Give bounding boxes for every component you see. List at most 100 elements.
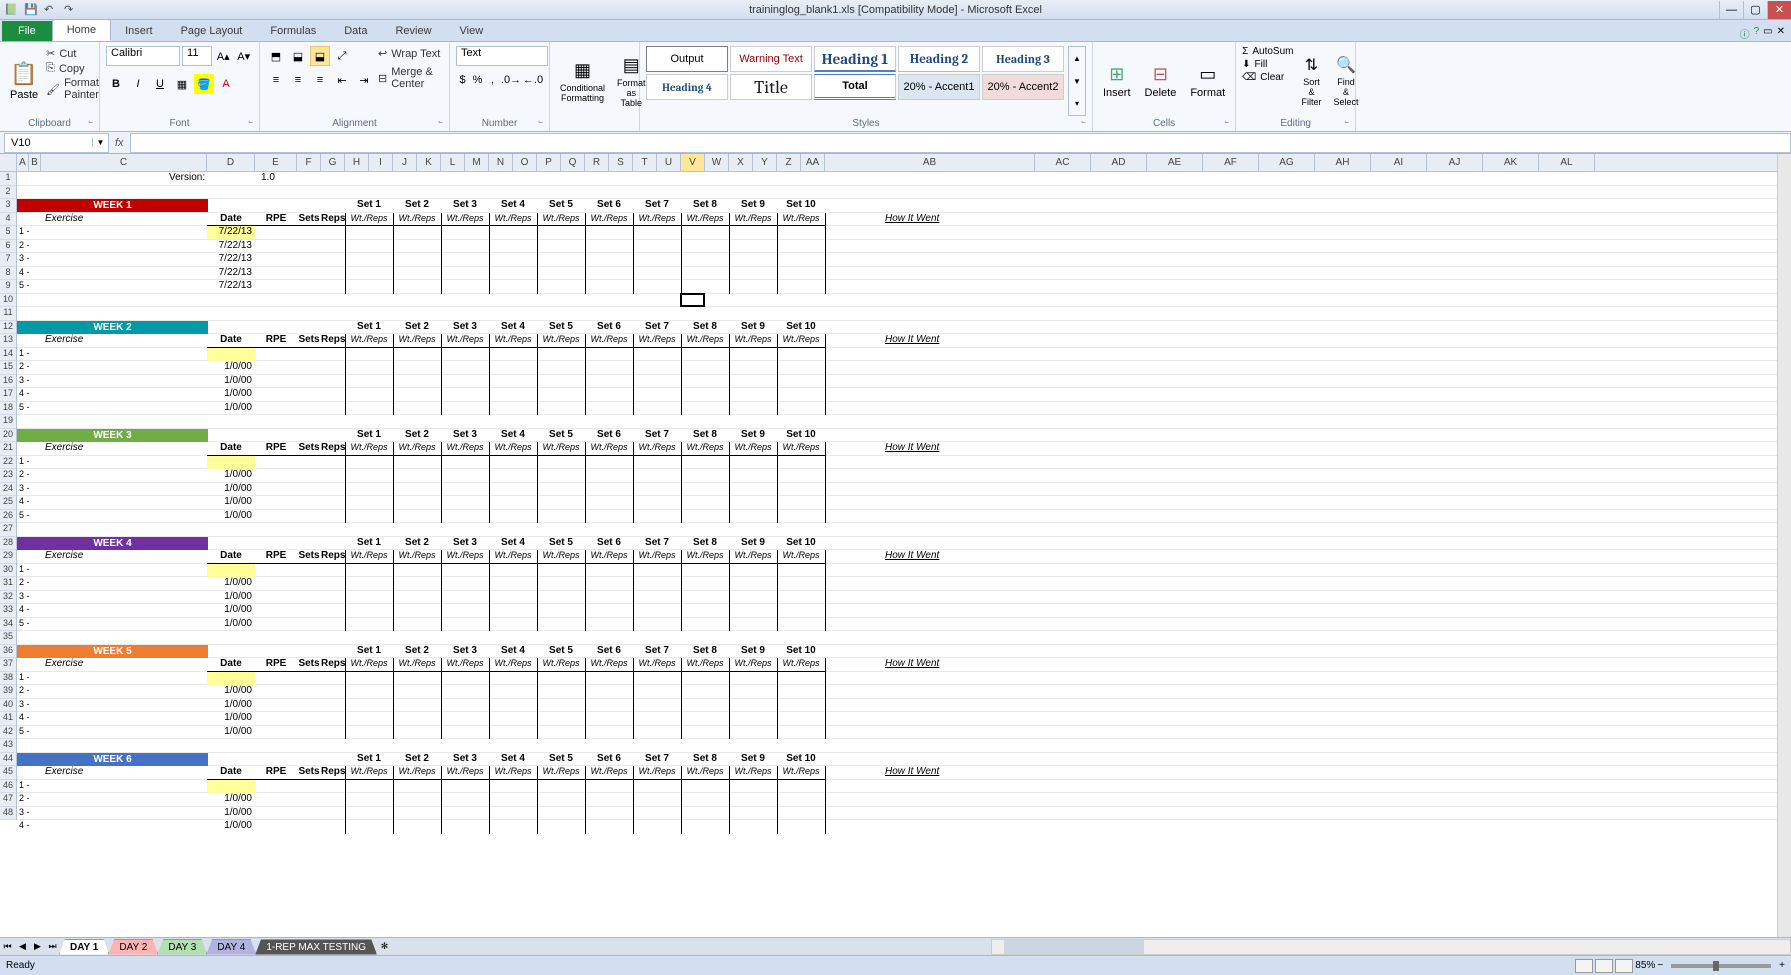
col-header-AK[interactable]: AK — [1483, 154, 1539, 171]
row-header-4[interactable]: 4 — [0, 213, 16, 227]
indent-dec-icon[interactable]: ⇤ — [332, 70, 352, 90]
dec-decimal-icon[interactable]: ←.0 — [523, 70, 543, 90]
col-header-Y[interactable]: Y — [753, 154, 777, 171]
tab-page-layout[interactable]: Page Layout — [167, 21, 257, 41]
row-header-34[interactable]: 34 — [0, 618, 16, 632]
col-header-O[interactable]: O — [513, 154, 537, 171]
conditional-formatting-button[interactable]: ▦Conditional Formatting — [556, 46, 609, 116]
row-header-45[interactable]: 45 — [0, 766, 16, 780]
cut-button[interactable]: ✂Cut — [46, 46, 99, 61]
new-sheet-button[interactable]: ✻ — [377, 939, 392, 955]
sheet-tab-day3[interactable]: DAY 3 — [157, 939, 207, 955]
close-button[interactable]: ✕ — [1767, 1, 1791, 19]
row-header-19[interactable]: 19 — [0, 415, 16, 429]
row-header-46[interactable]: 46 — [0, 780, 16, 794]
row-header-20[interactable]: 20 — [0, 429, 16, 443]
row-header-8[interactable]: 8 — [0, 267, 16, 281]
row-header-26[interactable]: 26 — [0, 510, 16, 524]
shrink-font-icon[interactable]: A▾ — [234, 46, 253, 66]
row-header-47[interactable]: 47 — [0, 793, 16, 807]
sort-filter-button[interactable]: ⇅Sort & Filter — [1297, 46, 1325, 116]
col-header-B[interactable]: B — [29, 154, 41, 171]
row-header-14[interactable]: 14 — [0, 348, 16, 362]
style-gallery-scroll[interactable]: ▲▼▾ — [1068, 46, 1086, 116]
row-header-42[interactable]: 42 — [0, 726, 16, 740]
col-header-AC[interactable]: AC — [1035, 154, 1091, 171]
zoom-out-button[interactable]: − — [1657, 960, 1663, 971]
row-header-24[interactable]: 24 — [0, 483, 16, 497]
view-layout-button[interactable] — [1595, 959, 1613, 973]
row-header-25[interactable]: 25 — [0, 496, 16, 510]
col-header-AE[interactable]: AE — [1147, 154, 1203, 171]
copy-button[interactable]: ⎘Copy — [46, 61, 99, 76]
row-header-16[interactable]: 16 — [0, 375, 16, 389]
fx-icon[interactable]: fx — [109, 137, 130, 149]
active-cell[interactable] — [680, 293, 705, 308]
row-header-23[interactable]: 23 — [0, 469, 16, 483]
percent-icon[interactable]: % — [471, 70, 484, 90]
align-top-icon[interactable]: ⬒ — [266, 46, 286, 66]
align-center-icon[interactable]: ≡ — [288, 70, 308, 90]
fill-color-button[interactable]: 🪣 — [194, 74, 214, 94]
row-header-35[interactable]: 35 — [0, 631, 16, 645]
grow-font-icon[interactable]: A▴ — [214, 46, 233, 66]
col-header-AF[interactable]: AF — [1203, 154, 1259, 171]
col-header-S[interactable]: S — [609, 154, 633, 171]
col-header-N[interactable]: N — [489, 154, 513, 171]
row-header-41[interactable]: 41 — [0, 712, 16, 726]
col-header-I[interactable]: I — [369, 154, 393, 171]
row-header-31[interactable]: 31 — [0, 577, 16, 591]
row-header-22[interactable]: 22 — [0, 456, 16, 470]
col-header-A[interactable]: A — [17, 154, 29, 171]
row-header-29[interactable]: 29 — [0, 550, 16, 564]
row-header-18[interactable]: 18 — [0, 402, 16, 416]
help-icon[interactable]: ? — [1754, 26, 1760, 41]
row-header-27[interactable]: 27 — [0, 523, 16, 537]
inc-decimal-icon[interactable]: .0→ — [501, 70, 521, 90]
col-header-AB[interactable]: AB — [825, 154, 1035, 171]
col-header-AD[interactable]: AD — [1091, 154, 1147, 171]
col-header-W[interactable]: W — [705, 154, 729, 171]
col-header-Z[interactable]: Z — [777, 154, 801, 171]
style-title[interactable]: Title — [730, 74, 812, 100]
row-header-39[interactable]: 39 — [0, 685, 16, 699]
paste-button[interactable]: 📋 Paste — [6, 46, 42, 116]
row-header-7[interactable]: 7 — [0, 253, 16, 267]
tab-home[interactable]: Home — [52, 19, 111, 41]
comma-icon[interactable]: , — [486, 70, 499, 90]
view-break-button[interactable] — [1615, 959, 1633, 973]
orientation-icon[interactable]: ⤢ — [332, 46, 352, 66]
minimize-ribbon-icon[interactable]: ⓘ — [1740, 26, 1750, 41]
name-dropdown-icon[interactable]: ▼ — [92, 138, 108, 147]
font-size-select[interactable]: 11 — [182, 46, 212, 66]
col-header-F[interactable]: F — [297, 154, 321, 171]
italic-button[interactable]: I — [128, 74, 148, 94]
number-format-select[interactable]: Text — [456, 46, 548, 66]
sheet-nav-first[interactable]: ⏮ — [0, 939, 15, 955]
currency-icon[interactable]: $ — [456, 70, 469, 90]
row-header-44[interactable]: 44 — [0, 753, 16, 767]
row-header-13[interactable]: 13 — [0, 334, 16, 348]
wrap-text-button[interactable]: ↩Wrap Text — [378, 46, 443, 61]
undo-icon[interactable]: ↶ — [44, 3, 58, 17]
row-header-12[interactable]: 12 — [0, 321, 16, 335]
font-name-select[interactable]: Calibri — [106, 46, 180, 66]
sheet-tab-max[interactable]: 1-REP MAX TESTING — [255, 939, 377, 955]
clear-button[interactable]: ⌫Clear — [1242, 72, 1293, 83]
col-header-H[interactable]: H — [345, 154, 369, 171]
sheet-nav-last[interactable]: ⏭ — [45, 939, 60, 955]
style-warning[interactable]: Warning Text — [730, 46, 812, 72]
row-header-15[interactable]: 15 — [0, 361, 16, 375]
redo-icon[interactable]: ↷ — [64, 3, 78, 17]
save-icon[interactable]: 💾 — [24, 3, 38, 17]
row-header-2[interactable]: 2 — [0, 186, 16, 200]
col-header-M[interactable]: M — [465, 154, 489, 171]
sheet-tab-day2[interactable]: DAY 2 — [108, 939, 158, 955]
style-heading4[interactable]: Heading 4 — [646, 74, 728, 100]
style-heading3[interactable]: Heading 3 — [982, 46, 1064, 72]
row-header-37[interactable]: 37 — [0, 658, 16, 672]
col-header-P[interactable]: P — [537, 154, 561, 171]
font-color-button[interactable]: A — [216, 74, 236, 94]
indent-inc-icon[interactable]: ⇥ — [354, 70, 374, 90]
row-header-38[interactable]: 38 — [0, 672, 16, 686]
